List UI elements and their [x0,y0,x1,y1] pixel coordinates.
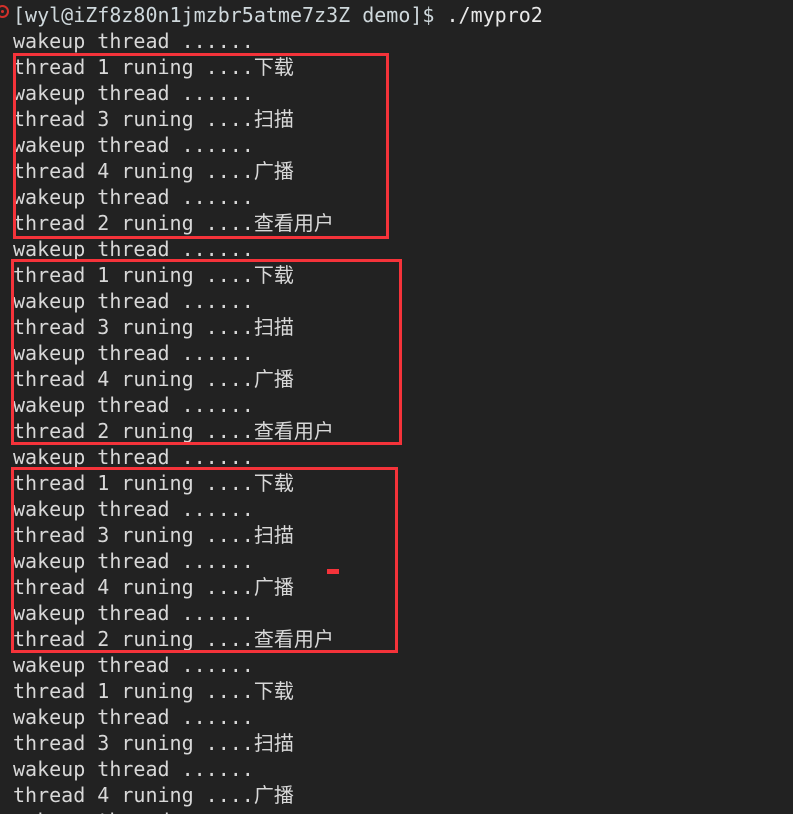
terminal-output-line: wakeup thread ...... [13,496,254,522]
terminal-output-line: thread 2 runing ....查看用户 [13,626,334,652]
terminal-line-text: wakeup thread ...... [13,185,254,209]
terminal-output-area[interactable]: [wyl@iZf8z80n1jmzbr5atme7z3Z demo]$ ./my… [0,0,793,814]
terminal-line-text: wakeup thread ...... [13,653,254,677]
terminal-output-line: wakeup thread ...... [13,28,254,54]
terminal-output-line: wakeup thread ...... [13,600,254,626]
terminal-output-line: wakeup thread ...... [13,288,254,314]
terminal-output-line: thread 1 runing ....下载 [13,54,294,80]
terminal-line-text: wakeup thread ...... [13,445,254,469]
terminal-output-line: wakeup thread ...... [13,80,254,106]
terminal-line-text: wakeup thread ...... [13,601,254,625]
terminal-output-line: thread 1 runing ....下载 [13,470,294,496]
terminal-window[interactable]: [wyl@iZf8z80n1jmzbr5atme7z3Z demo]$ ./my… [0,0,793,814]
terminal-line-text: thread 4 runing ....广播 [13,159,294,183]
terminal-line-text: thread 4 runing ....广播 [13,783,294,807]
terminal-line-text: wakeup thread ...... [13,133,254,157]
terminal-line-text: wakeup thread ...... [13,237,254,261]
terminal-line-text: thread 2 runing ....查看用户 [13,419,334,443]
terminal-output-line: wakeup thread ...... [13,548,254,574]
terminal-output-line: thread 2 runing ....查看用户 [13,418,334,444]
terminal-line-text: thread 4 runing ....广播 [13,367,294,391]
terminal-output-line: wakeup thread ...... [13,184,254,210]
terminal-output-line: thread 4 runing ....广播 [13,782,294,808]
prompt-user-host-path: [wyl@iZf8z80n1jmzbr5atme7z3Z demo]$ [13,3,435,27]
terminal-output-line: wakeup thread ...... [13,340,254,366]
terminal-line-text: thread 1 runing ....下载 [13,471,294,495]
terminal-output-line: thread 4 runing ....广播 [13,574,294,600]
terminal-output-line: thread 3 runing ....扫描 [13,314,294,340]
terminal-output-line: wakeup thread ...... [13,704,254,730]
terminal-line-text: thread 1 runing ....下载 [13,679,294,703]
terminal-line-text: wakeup thread ...... [13,81,254,105]
prompt-command: ./mypro2 [446,3,543,27]
terminal-line-text: thread 3 runing ....扫描 [13,523,294,547]
terminal-output-line: thread 3 runing ....扫描 [13,730,294,756]
terminal-line-text: wakeup thread ...... [13,549,254,573]
terminal-output-line: wakeup thread ...... [13,444,254,470]
terminal-output-line: thread 3 runing ....扫描 [13,522,294,548]
terminal-output-line: wakeup thread ...... [13,652,254,678]
terminal-prompt-line: [wyl@iZf8z80n1jmzbr5atme7z3Z demo]$ ./my… [13,2,543,28]
terminal-line-text: thread 2 runing ....查看用户 [13,627,334,651]
terminal-line-text: thread 3 runing ....扫描 [13,315,294,339]
terminal-line-text: wakeup thread ...... [13,289,254,313]
terminal-line-text: wakeup thread ...... [13,497,254,521]
terminal-output-line: thread 4 runing ....广播 [13,366,294,392]
terminal-output-line: wakeup thread ...... [13,756,254,782]
terminal-output-line: wakeup thread ...... [13,132,254,158]
terminal-line-text: thread 4 runing ....广播 [13,575,294,599]
terminal-output-line: thread 3 runing ....扫描 [13,106,294,132]
terminal-line-text: wakeup thread ...... [13,29,254,53]
terminal-output-line: wakeup thread ...... [13,392,254,418]
terminal-output-line: thread 1 runing ....下载 [13,262,294,288]
terminal-line-text: thread 1 runing ....下载 [13,55,294,79]
terminal-line-text: wakeup thread ...... [13,809,254,814]
terminal-line-text: wakeup thread ...... [13,341,254,365]
terminal-line-text: thread 2 runing ....查看用户 [13,211,334,235]
terminal-line-text: wakeup thread ...... [13,757,254,781]
terminal-line-text: thread 3 runing ....扫描 [13,731,294,755]
terminal-output-line: thread 4 runing ....广播 [13,158,294,184]
terminal-output-line: thread 1 runing ....下载 [13,678,294,704]
terminal-output-line: wakeup thread ...... [13,808,254,814]
terminal-line-text: thread 3 runing ....扫描 [13,107,294,131]
terminal-line-text: wakeup thread ...... [13,705,254,729]
terminal-line-text: wakeup thread ...... [13,393,254,417]
terminal-output-line: thread 2 runing ....查看用户 [13,210,334,236]
terminal-line-text: thread 1 runing ....下载 [13,263,294,287]
terminal-output-line: wakeup thread ...... [13,236,254,262]
